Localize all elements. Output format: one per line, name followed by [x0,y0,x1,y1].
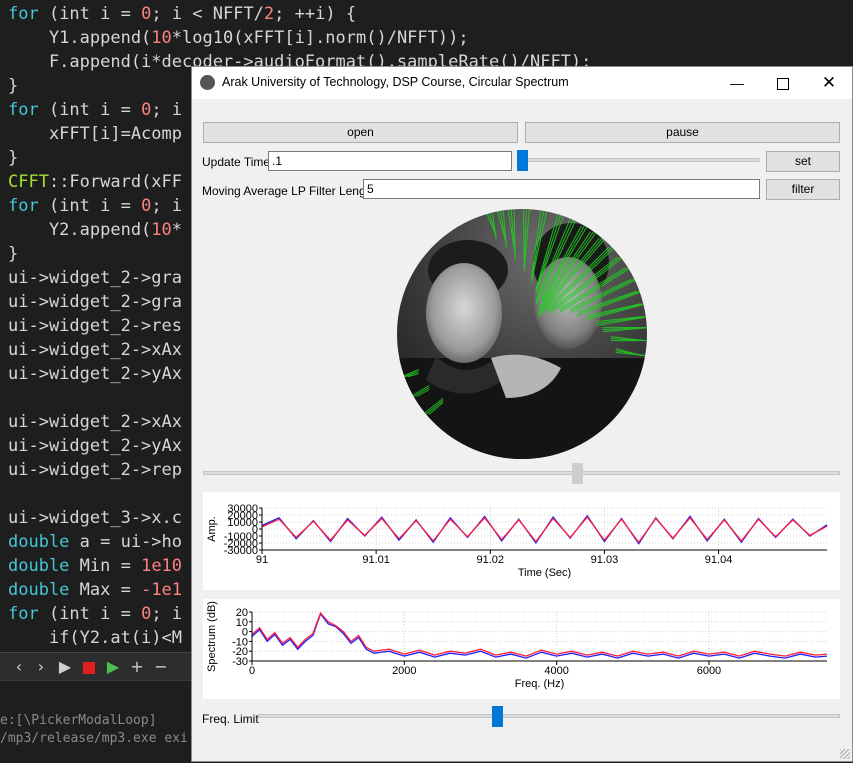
code-line: ui->widget_2->xAx [8,410,182,434]
y-tick-label: -30000 [224,545,258,557]
position-slider-handle[interactable] [572,463,583,484]
filter-length-input[interactable]: 5 [363,179,760,199]
y-axis-label: Amp. [206,516,218,542]
code-line: for (int i = 0; i [8,602,182,626]
close-icon[interactable]: ✕ [806,67,852,99]
update-time-input[interactable]: .1 [268,151,512,171]
minus-icon[interactable]: − [150,656,172,678]
update-time-label: Update Time [202,155,270,169]
app-icon [200,75,215,90]
spectrum-plot: 020004000600020100-10-20-30Freq. (Hz)Spe… [203,599,840,699]
code-line: ui->widget_2->gra [8,266,182,290]
code-line: for (int i = 0; i < NFFT/2; ++i) { [8,2,356,26]
plus-icon[interactable]: + [126,656,148,678]
x-tick-label: 6000 [697,665,721,677]
code-line: ui->widget_2->yAx [8,362,182,386]
debug-run-icon[interactable]: ▶ [102,656,124,678]
code-line: ui->widget_2->xAx [8,338,182,362]
code-line: ui->widget_2->yAx [8,434,182,458]
x-tick-label: 91.03 [591,554,619,566]
time-domain-plot: 9191.0191.0291.0391.043000020000100000-1… [203,492,840,590]
freq-limit-label: Freq. Limit [202,712,259,726]
code-line: Y2.append(10* [8,218,182,242]
title-bar[interactable]: Arak University of Technology, DSP Cours… [192,67,852,99]
freq-limit-slider-handle[interactable] [492,706,503,727]
code-line: xFFT[i]=Acomp [8,122,182,146]
position-slider[interactable] [203,463,840,484]
window-title: Arak University of Technology, DSP Cours… [222,75,569,89]
code-line: double a = ui->ho [8,530,182,554]
x-tick-label: 2000 [392,665,416,677]
app-window: Arak University of Technology, DSP Cours… [191,66,853,762]
update-time-slider-handle[interactable] [517,150,528,171]
output-line: e:[\PickerModalLoop] [0,713,157,728]
output-pane: e:[\PickerModalLoop] /mp3/release/mp3.ex… [0,680,192,763]
freq-limit-slider[interactable] [258,705,840,728]
open-button[interactable]: open [203,122,518,143]
filter-length-label: Moving Average LP Filter Length [202,184,376,198]
update-time-slider[interactable] [517,149,760,172]
code-line: CFFT::Forward(xFF [8,170,182,194]
x-tick-label: 4000 [544,665,568,677]
x-tick-label: 91.04 [705,554,733,566]
series-line [262,517,827,542]
stop-icon[interactable] [78,656,100,678]
code-line: double Max = -1e1 [8,578,182,602]
chevron-right-icon[interactable]: › [30,656,52,678]
chevron-left-icon[interactable]: ‹ [8,656,30,678]
x-tick-label: 91.01 [362,554,390,566]
resize-grip-icon[interactable] [840,749,850,759]
filter-button[interactable]: filter [766,179,840,200]
circular-spectrum [396,208,648,460]
x-tick-label: 0 [249,665,255,677]
code-line: ui->widget_2->rep [8,458,182,482]
code-line: ui->widget_2->res [8,314,182,338]
x-axis-label: Time (Sec) [518,567,571,579]
code-line: for (int i = 0; i [8,194,182,218]
series-line [252,613,827,656]
set-button[interactable]: set [766,151,840,172]
code-line: } [8,146,18,170]
x-axis-label: Freq. (Hz) [515,678,565,690]
code-line: if(Y2.at(i)<M [8,626,182,650]
code-line: ui->widget_2->gra [8,290,182,314]
code-line: Y1.append(10*log10(xFFT[i].norm()/NFFT))… [8,26,469,50]
code-line: ui->widget_3->x.c [8,506,182,530]
run-icon[interactable]: ▶ [54,656,76,678]
y-axis-label: Spectrum (dB) [206,601,218,672]
maximize-icon[interactable] [760,67,806,99]
minimize-icon[interactable]: — [714,67,760,99]
code-line: } [8,74,18,98]
code-line: } [8,242,18,266]
pause-button[interactable]: pause [525,122,840,143]
code-line: double Min = 1e10 [8,554,182,578]
editor-toolbar: ‹ › ▶ ▶ + − [0,652,192,681]
code-line: for (int i = 0; i [8,98,182,122]
y-tick-label: -30 [232,656,248,668]
x-tick-label: 91.02 [477,554,505,566]
output-line: /mp3/release/mp3.exe exi [0,731,188,746]
